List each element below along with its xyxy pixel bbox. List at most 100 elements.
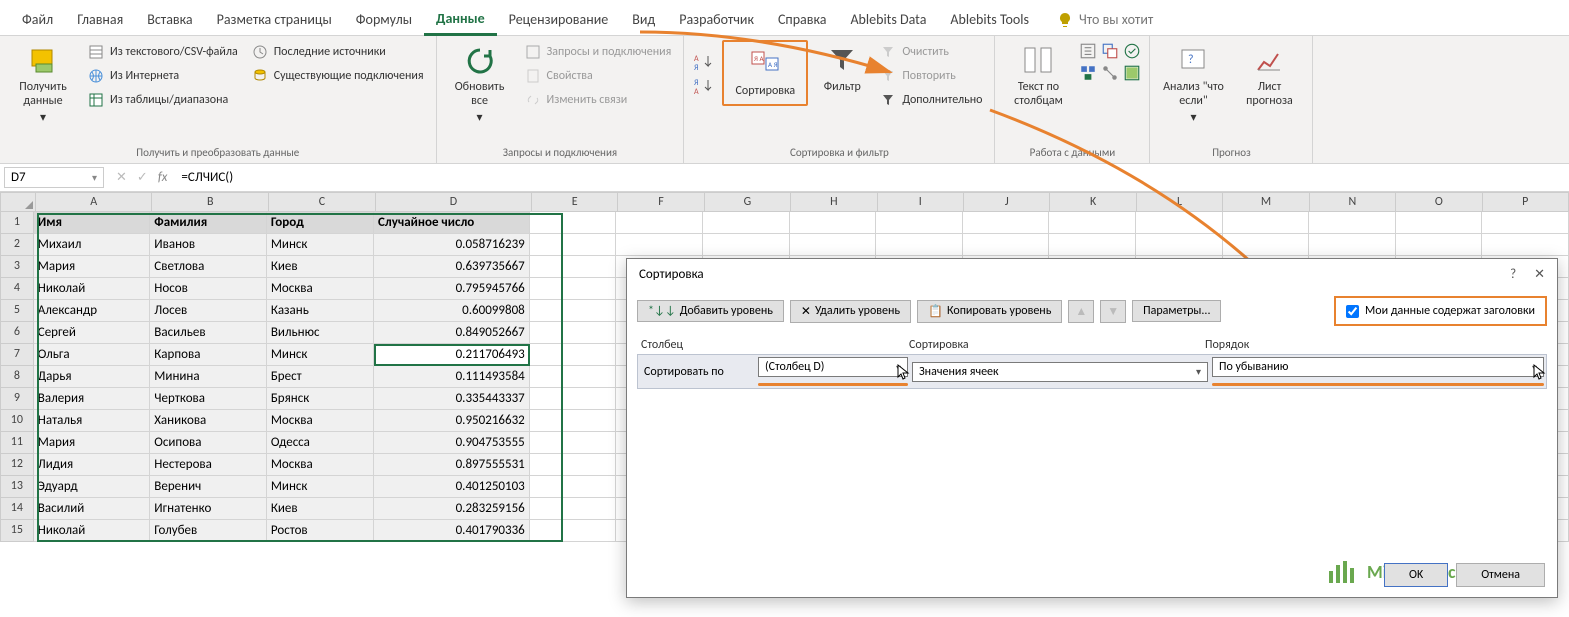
cell-M1[interactable] <box>1223 212 1310 234</box>
cell-A14[interactable]: Василий <box>34 498 151 520</box>
filter-button[interactable]: Фильтр <box>814 40 870 98</box>
formula-input[interactable] <box>175 168 1569 187</box>
col-header-N[interactable]: N <box>1310 192 1396 212</box>
row-header[interactable]: 3 <box>0 256 34 278</box>
relationships-icon[interactable] <box>1101 64 1119 82</box>
row-header[interactable]: 13 <box>0 476 34 498</box>
cell-A9[interactable]: Валерия <box>34 388 151 410</box>
col-header-H[interactable]: H <box>791 192 877 212</box>
tab-insert[interactable]: Вставка <box>135 5 204 34</box>
cell-C5[interactable]: Казань <box>267 300 374 322</box>
cell-P1[interactable] <box>1482 212 1569 234</box>
tab-ablebits-data[interactable]: Ablebits Data <box>838 5 938 34</box>
cell-J2[interactable] <box>963 234 1050 256</box>
cell-C10[interactable]: Москва <box>267 410 374 432</box>
col-header-E[interactable]: E <box>532 192 618 212</box>
get-data-button[interactable]: Получить данные▾ <box>8 40 78 129</box>
cell-A2[interactable]: Михаил <box>34 234 151 256</box>
cell-O1[interactable] <box>1396 212 1483 234</box>
help-icon[interactable]: ? <box>1510 267 1516 282</box>
cell-C7[interactable]: Минск <box>267 344 374 366</box>
sort-order-dropdown[interactable]: По убыванию▾ <box>1212 357 1544 377</box>
cell-K1[interactable] <box>1049 212 1136 234</box>
tell-me[interactable]: Что вы хотит <box>1057 11 1153 28</box>
cell-C6[interactable]: Вильнюс <box>267 322 374 344</box>
col-header-K[interactable]: K <box>1050 192 1136 212</box>
cell-E6[interactable] <box>530 322 617 344</box>
cell-C2[interactable]: Минск <box>267 234 374 256</box>
cell-B8[interactable]: Минина <box>150 366 267 388</box>
cell-E10[interactable] <box>530 410 617 432</box>
data-model-icon[interactable] <box>1123 64 1141 82</box>
cell-E1[interactable] <box>530 212 617 234</box>
cell-A8[interactable]: Дарья <box>34 366 151 388</box>
from-table-button[interactable]: Из таблицы/диапазона <box>84 90 242 110</box>
refresh-all-button[interactable]: Обновить все▾ <box>445 40 515 129</box>
cancel-formula-icon[interactable]: ✕ <box>116 170 127 185</box>
row-header[interactable]: 11 <box>0 432 34 454</box>
select-all-corner[interactable] <box>0 192 36 212</box>
cell-D14[interactable]: 0.283259156 <box>374 498 530 520</box>
row-header[interactable]: 12 <box>0 454 34 476</box>
cell-G1[interactable] <box>703 212 790 234</box>
cell-E4[interactable] <box>530 278 617 300</box>
cell-D9[interactable]: 0.335443337 <box>374 388 530 410</box>
cell-D2[interactable]: 0.058716239 <box>374 234 530 256</box>
cell-E5[interactable] <box>530 300 617 322</box>
cell-A15[interactable]: Николай <box>34 520 151 542</box>
cell-C15[interactable]: Ростов <box>267 520 374 542</box>
row-header[interactable]: 9 <box>0 388 34 410</box>
cell-E11[interactable] <box>530 432 617 454</box>
row-header[interactable]: 15 <box>0 520 34 542</box>
cell-C4[interactable]: Москва <box>267 278 374 300</box>
cell-J1[interactable] <box>963 212 1050 234</box>
cell-B5[interactable]: Лосев <box>150 300 267 322</box>
row-header[interactable]: 7 <box>0 344 34 366</box>
cell-D6[interactable]: 0.849052667 <box>374 322 530 344</box>
cell-C1[interactable]: Город <box>267 212 374 234</box>
cell-D12[interactable]: 0.897555531 <box>374 454 530 476</box>
cell-C9[interactable]: Брянск <box>267 388 374 410</box>
cell-D5[interactable]: 0.60099808 <box>374 300 530 322</box>
row-header[interactable]: 6 <box>0 322 34 344</box>
name-box[interactable]: D7▾ <box>4 167 104 188</box>
cell-A4[interactable]: Николай <box>34 278 151 300</box>
fx-icon[interactable]: fx <box>158 170 168 185</box>
ok-button[interactable]: OK <box>1384 563 1448 587</box>
row-header[interactable]: 8 <box>0 366 34 388</box>
cell-D4[interactable]: 0.795945766 <box>374 278 530 300</box>
cell-B10[interactable]: Ханикова <box>150 410 267 432</box>
cell-A10[interactable]: Наталья <box>34 410 151 432</box>
existing-conn-button[interactable]: Существующие подключения <box>248 66 428 86</box>
tab-data[interactable]: Данные <box>424 4 497 36</box>
row-header[interactable]: 5 <box>0 300 34 322</box>
cell-P2[interactable] <box>1482 234 1569 256</box>
cell-B12[interactable]: Нестерова <box>150 454 267 476</box>
cell-N1[interactable] <box>1309 212 1396 234</box>
cell-H1[interactable] <box>790 212 877 234</box>
cancel-button[interactable]: Отмена <box>1456 563 1545 587</box>
tab-home[interactable]: Главная <box>65 5 135 34</box>
cell-B4[interactable]: Носов <box>150 278 267 300</box>
cell-D10[interactable]: 0.950216632 <box>374 410 530 432</box>
col-header-D[interactable]: D <box>376 192 532 212</box>
advanced-filter-button[interactable]: Дополнительно <box>876 90 986 110</box>
cell-M2[interactable] <box>1223 234 1310 256</box>
cell-A7[interactable]: Ольга <box>34 344 151 366</box>
cell-E13[interactable] <box>530 476 617 498</box>
col-header-O[interactable]: O <box>1396 192 1482 212</box>
col-header-F[interactable]: F <box>618 192 704 212</box>
cell-D13[interactable]: 0.401250103 <box>374 476 530 498</box>
from-web-button[interactable]: Из Интернета <box>84 66 242 86</box>
cell-A3[interactable]: Мария <box>34 256 151 278</box>
cell-E2[interactable] <box>530 234 617 256</box>
cell-A12[interactable]: Лидия <box>34 454 151 476</box>
queries-button[interactable]: Запросы и подключения <box>521 42 676 62</box>
cell-E3[interactable] <box>530 256 617 278</box>
cell-B6[interactable]: Васильев <box>150 322 267 344</box>
tab-view[interactable]: Вид <box>620 5 667 34</box>
cell-F2[interactable] <box>616 234 703 256</box>
col-header-G[interactable]: G <box>705 192 791 212</box>
cell-E8[interactable] <box>530 366 617 388</box>
from-csv-button[interactable]: Из текстового/CSV-файла <box>84 42 242 62</box>
